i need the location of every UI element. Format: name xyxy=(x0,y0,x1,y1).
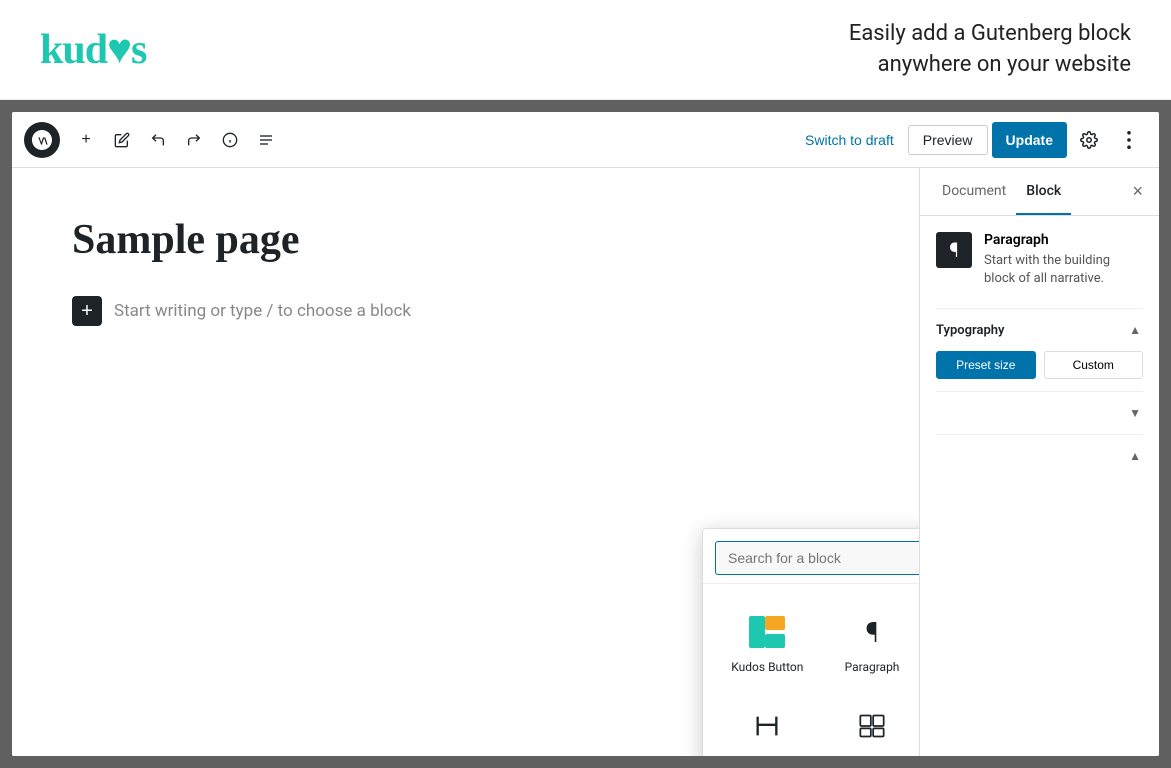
page-title: Sample page xyxy=(72,216,859,264)
panel-divider xyxy=(936,308,1143,309)
redo-button[interactable] xyxy=(176,122,212,158)
block-description: Paragraph Start with the building block … xyxy=(984,232,1143,288)
placeholder-text: Start writing or type / to choose a bloc… xyxy=(114,301,411,321)
kudos-button-label: Kudos Button xyxy=(731,660,803,674)
panel-divider-3 xyxy=(936,434,1143,435)
update-button[interactable]: Update xyxy=(992,122,1067,158)
heading-icon xyxy=(747,706,787,746)
panel-content: ¶ Paragraph Start with the building bloc… xyxy=(920,216,1159,756)
list-view-button[interactable] xyxy=(248,122,284,158)
preset-size-row: Preset size Custom xyxy=(936,351,1143,379)
block-info: ¶ Paragraph Start with the building bloc… xyxy=(936,232,1143,288)
logo-heart: ♥ xyxy=(107,27,131,73)
undo-button[interactable] xyxy=(140,122,176,158)
block-item-gallery[interactable]: Gallery xyxy=(820,694,919,756)
search-field-wrap: ⌕ xyxy=(703,529,919,584)
gallery-icon xyxy=(852,706,892,746)
block-item-heading[interactable]: Heading xyxy=(715,694,820,756)
custom-size-button[interactable]: Custom xyxy=(1044,351,1144,379)
block-type-icon: ¶ xyxy=(936,232,972,268)
block-search-input[interactable] xyxy=(715,541,919,575)
panel-divider-2 xyxy=(936,391,1143,392)
more-options-button[interactable] xyxy=(1111,122,1147,158)
gallery-label: Gallery xyxy=(854,754,891,756)
tagline: Easily add a Gutenberg block anywhere on… xyxy=(849,19,1131,81)
editor-container: + xyxy=(0,100,1171,768)
blocks-row-1: Kudos Button ¶ Paragraph xyxy=(715,600,919,686)
switch-draft-button[interactable]: Switch to draft xyxy=(795,126,904,154)
typography-section-header: Typography ▲ xyxy=(936,321,1143,339)
toolbar-right: Switch to draft Preview Update xyxy=(795,122,1147,158)
blocks-grid: Kudos Button ¶ Paragraph xyxy=(703,584,919,756)
tab-document[interactable]: Document xyxy=(932,169,1016,215)
add-block-button[interactable]: + xyxy=(68,122,104,158)
settings-button[interactable] xyxy=(1071,122,1107,158)
kudos-button-icon xyxy=(747,612,787,652)
edit-button[interactable] xyxy=(104,122,140,158)
blocks-row-2: Heading xyxy=(715,694,919,756)
info-button[interactable] xyxy=(212,122,248,158)
editor-main[interactable]: Sample page + Start writing or type / to… xyxy=(12,168,919,756)
block-tagline: Start with the building block of all nar… xyxy=(984,252,1143,288)
typography-collapse-button[interactable]: ▲ xyxy=(1127,321,1143,339)
section-3-expand-button[interactable]: ▲ xyxy=(1127,447,1143,465)
top-header: kud♥s Easily add a Gutenberg block anywh… xyxy=(0,0,1171,100)
wp-logo xyxy=(24,122,60,158)
editor-body: Sample page + Start writing or type / to… xyxy=(12,168,1159,756)
typography-title: Typography xyxy=(936,323,1005,338)
right-panel: Document Block × ¶ Paragraph Start with … xyxy=(919,168,1159,756)
block-search-popup: ⌕ xyxy=(702,528,919,756)
section-2-expand-button[interactable]: ▼ xyxy=(1127,404,1143,422)
block-item-paragraph[interactable]: ¶ Paragraph xyxy=(820,600,919,686)
block-name: Paragraph xyxy=(984,232,1143,248)
heading-label: Heading xyxy=(745,754,790,756)
preset-size-button[interactable]: Preset size xyxy=(936,351,1036,379)
preview-button[interactable]: Preview xyxy=(908,125,988,155)
inline-add-block-button[interactable]: + xyxy=(72,296,102,326)
panel-close-button[interactable]: × xyxy=(1128,177,1147,206)
paragraph-icon: ¶ xyxy=(852,612,892,652)
paragraph-label: Paragraph xyxy=(845,660,900,674)
toolbar: + xyxy=(12,112,1159,168)
panel-tabs: Document Block × xyxy=(920,168,1159,216)
block-placeholder: + Start writing or type / to choose a bl… xyxy=(72,296,859,326)
block-item-kudos[interactable]: Kudos Button xyxy=(715,600,820,686)
editor-wrap: + xyxy=(12,112,1159,756)
tab-block[interactable]: Block xyxy=(1016,169,1071,215)
logo: kud♥s xyxy=(40,26,146,74)
